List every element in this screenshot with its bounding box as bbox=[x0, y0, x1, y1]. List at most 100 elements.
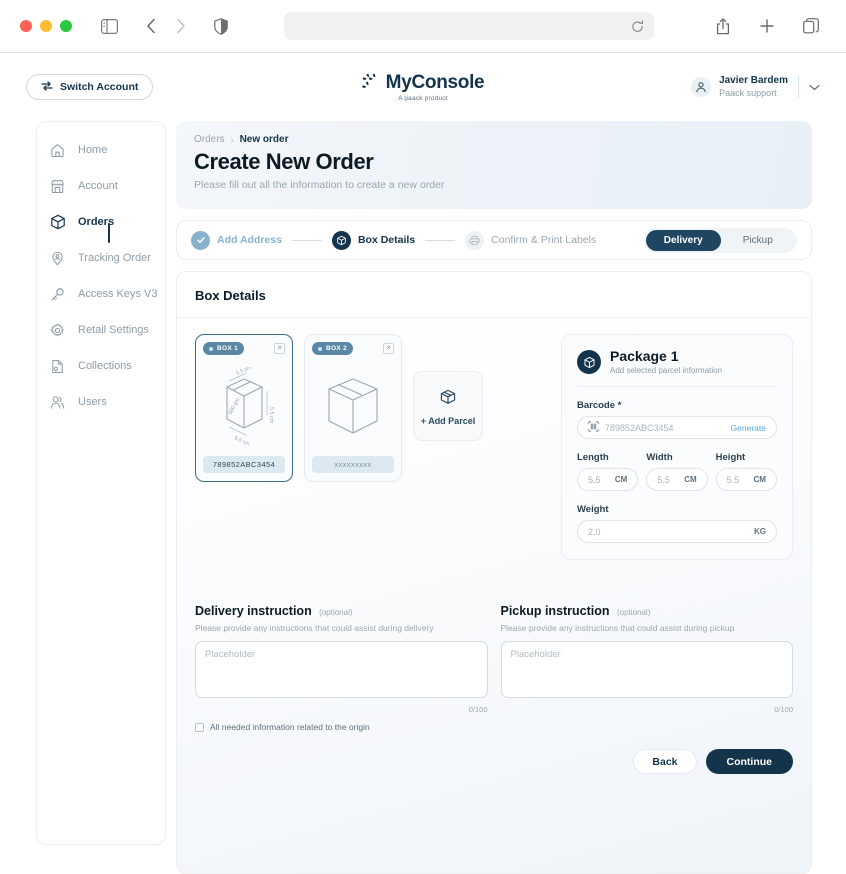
height-field-group: Height 5.5 CM bbox=[715, 452, 777, 492]
origin-info-checkbox[interactable] bbox=[195, 722, 204, 732]
sidebar-item-label: Home bbox=[78, 144, 108, 156]
box-card-2[interactable]: BOX 2 ✕ xxxxxxxxx bbox=[304, 334, 402, 482]
width-placeholder-text: 5.5 bbox=[657, 474, 670, 485]
section-title: Box Details bbox=[177, 272, 811, 318]
height-placeholder-text: 5.5 bbox=[726, 474, 740, 485]
back-button[interactable]: Back bbox=[633, 749, 697, 775]
box-card-1[interactable]: BOX 1 ✕ 5.5 cm 5.5 cm 5.5 cm 500 gm 7898… bbox=[195, 334, 293, 482]
pickup-instruction-title: Pickup instruction bbox=[500, 604, 610, 619]
new-tab-icon[interactable] bbox=[752, 11, 782, 41]
origin-info-label: All needed information related to the or… bbox=[210, 722, 370, 733]
browser-chrome bbox=[0, 0, 846, 53]
form-actions: Back Continue bbox=[195, 749, 793, 792]
sidebar-item-label: Collections bbox=[78, 360, 132, 372]
page-title: Create New Order bbox=[194, 149, 374, 174]
tab-overview-icon[interactable] bbox=[796, 11, 826, 41]
app-header: Switch Account MyConsole A paack product bbox=[0, 53, 846, 121]
pickup-instruction-description: Please provide any instructions that cou… bbox=[500, 623, 735, 634]
minimize-window-button[interactable] bbox=[40, 20, 52, 32]
maximize-window-button[interactable] bbox=[60, 20, 72, 32]
step-confirm-print-labels[interactable]: Confirm & Print Labels bbox=[465, 230, 597, 250]
users-icon bbox=[49, 394, 66, 411]
package-panel: Package 1 Add selected parcel informatio… bbox=[561, 334, 793, 561]
length-placeholder-text: 5.5 bbox=[588, 474, 601, 485]
length-unit: CM bbox=[614, 475, 628, 485]
user-menu[interactable]: Javier Bardem Paack support bbox=[691, 75, 820, 99]
add-parcel-button[interactable]: + Add Parcel bbox=[413, 371, 483, 441]
back-icon[interactable] bbox=[136, 11, 166, 41]
address-input[interactable] bbox=[284, 12, 654, 40]
key-icon bbox=[49, 286, 66, 303]
barcode-input[interactable]: 789852ABC3454 Generate bbox=[577, 416, 777, 440]
brand-logo: MyConsole A paack product bbox=[362, 72, 485, 102]
box-badge-label: BOX 2 bbox=[326, 345, 348, 352]
step-label: Confirm & Print Labels bbox=[491, 234, 597, 246]
dim-side-label: 5.5 cm bbox=[268, 407, 274, 424]
box-badge-label: BOX 1 bbox=[217, 345, 239, 352]
continue-button[interactable]: Continue bbox=[705, 749, 793, 775]
sidebar-item-collections[interactable]: Collections bbox=[37, 348, 165, 384]
height-label: Height bbox=[715, 452, 746, 464]
sidebar-item-home[interactable]: Home bbox=[37, 132, 165, 168]
sidebar-item-access-keys[interactable]: Access Keys V3 bbox=[37, 276, 165, 312]
switch-account-button[interactable]: Switch Account bbox=[26, 74, 154, 100]
barcode-scan-icon bbox=[588, 421, 599, 434]
origin-info-checkbox-row[interactable]: All needed information related to the or… bbox=[195, 722, 488, 732]
switch-arrows-icon bbox=[41, 80, 53, 94]
breadcrumb-orders[interactable]: Orders bbox=[194, 134, 225, 145]
delivery-instruction-description: Please provide any instructions that cou… bbox=[195, 623, 434, 634]
step-add-address[interactable]: Add Address bbox=[191, 230, 282, 250]
box-details-card: Box Details BOX 1 ✕ 5.5 cm 5.5 cm 5.5 cm… bbox=[176, 271, 812, 874]
sidebar-item-account[interactable]: Account bbox=[37, 168, 165, 204]
shield-icon[interactable] bbox=[206, 11, 236, 41]
toggle-option-pickup[interactable]: Pickup bbox=[721, 230, 796, 251]
box-icon bbox=[577, 350, 601, 375]
map-pin-icon bbox=[49, 250, 66, 267]
divider bbox=[798, 76, 799, 98]
sidebar-item-tracking-order[interactable]: Tracking Order bbox=[37, 240, 165, 276]
weight-placeholder-text: 2.0 bbox=[588, 526, 601, 537]
page-subtitle: Please fill out all the information to c… bbox=[194, 179, 445, 191]
generate-barcode-link[interactable]: Generate bbox=[731, 423, 766, 433]
sidebar-item-label: Orders bbox=[78, 216, 115, 243]
width-label: Width bbox=[646, 452, 673, 464]
delivery-instruction-title: Delivery instruction bbox=[195, 604, 312, 619]
length-label: Length bbox=[577, 452, 609, 464]
length-input[interactable]: 5.5 CM bbox=[577, 468, 639, 492]
reload-icon[interactable] bbox=[631, 19, 644, 33]
package-subtitle: Add selected parcel information bbox=[610, 366, 723, 376]
sidebar-item-users[interactable]: Users bbox=[37, 384, 165, 420]
delivery-instruction-counter: 0/100 bbox=[468, 705, 488, 715]
toggle-option-delivery[interactable]: Delivery bbox=[646, 229, 721, 251]
sidebar-item-orders[interactable]: Orders bbox=[37, 204, 165, 243]
step-box-details[interactable]: Box Details bbox=[331, 230, 415, 250]
app-body: Home Account Orders Tracking Order Acces… bbox=[0, 121, 846, 874]
main-content: Orders › New order Create New Order Plea… bbox=[166, 121, 846, 874]
box-badge: BOX 1 bbox=[203, 342, 245, 355]
sidebar-toggle-icon[interactable] bbox=[94, 11, 124, 41]
share-icon[interactable] bbox=[708, 11, 738, 41]
store-icon bbox=[49, 178, 66, 195]
close-window-button[interactable] bbox=[20, 20, 32, 32]
box-icon bbox=[331, 230, 351, 250]
sidebar-item-label: Retail Settings bbox=[78, 324, 149, 336]
remove-box-button[interactable]: ✕ bbox=[383, 343, 394, 354]
height-input[interactable]: 5.5 CM bbox=[715, 468, 777, 492]
weight-input[interactable]: 2.0 KG bbox=[577, 520, 777, 544]
width-input[interactable]: 5.5 CM bbox=[646, 468, 708, 492]
window-traffic-lights bbox=[20, 20, 72, 32]
chevron-down-icon[interactable] bbox=[809, 78, 820, 96]
forward-icon[interactable] bbox=[166, 11, 196, 41]
delivery-instruction-textarea[interactable] bbox=[195, 641, 488, 699]
weight-label: Weight bbox=[577, 504, 609, 516]
pickup-instruction-textarea[interactable] bbox=[500, 641, 793, 699]
remove-box-button[interactable]: ✕ bbox=[274, 343, 285, 354]
delivery-pickup-toggle: Delivery Pickup bbox=[644, 227, 797, 253]
sidebar-item-label: Access Keys V3 bbox=[78, 288, 158, 300]
barcode-label: Barcode * bbox=[577, 400, 622, 412]
browser-toolbar-right bbox=[708, 11, 826, 41]
brand-tagline: A paack product bbox=[398, 95, 448, 102]
sidebar-item-retail-settings[interactable]: Retail Settings bbox=[37, 312, 165, 348]
home-icon bbox=[49, 142, 66, 159]
pickup-instruction-group: Pickup instruction (optional) Please pro… bbox=[500, 602, 793, 732]
